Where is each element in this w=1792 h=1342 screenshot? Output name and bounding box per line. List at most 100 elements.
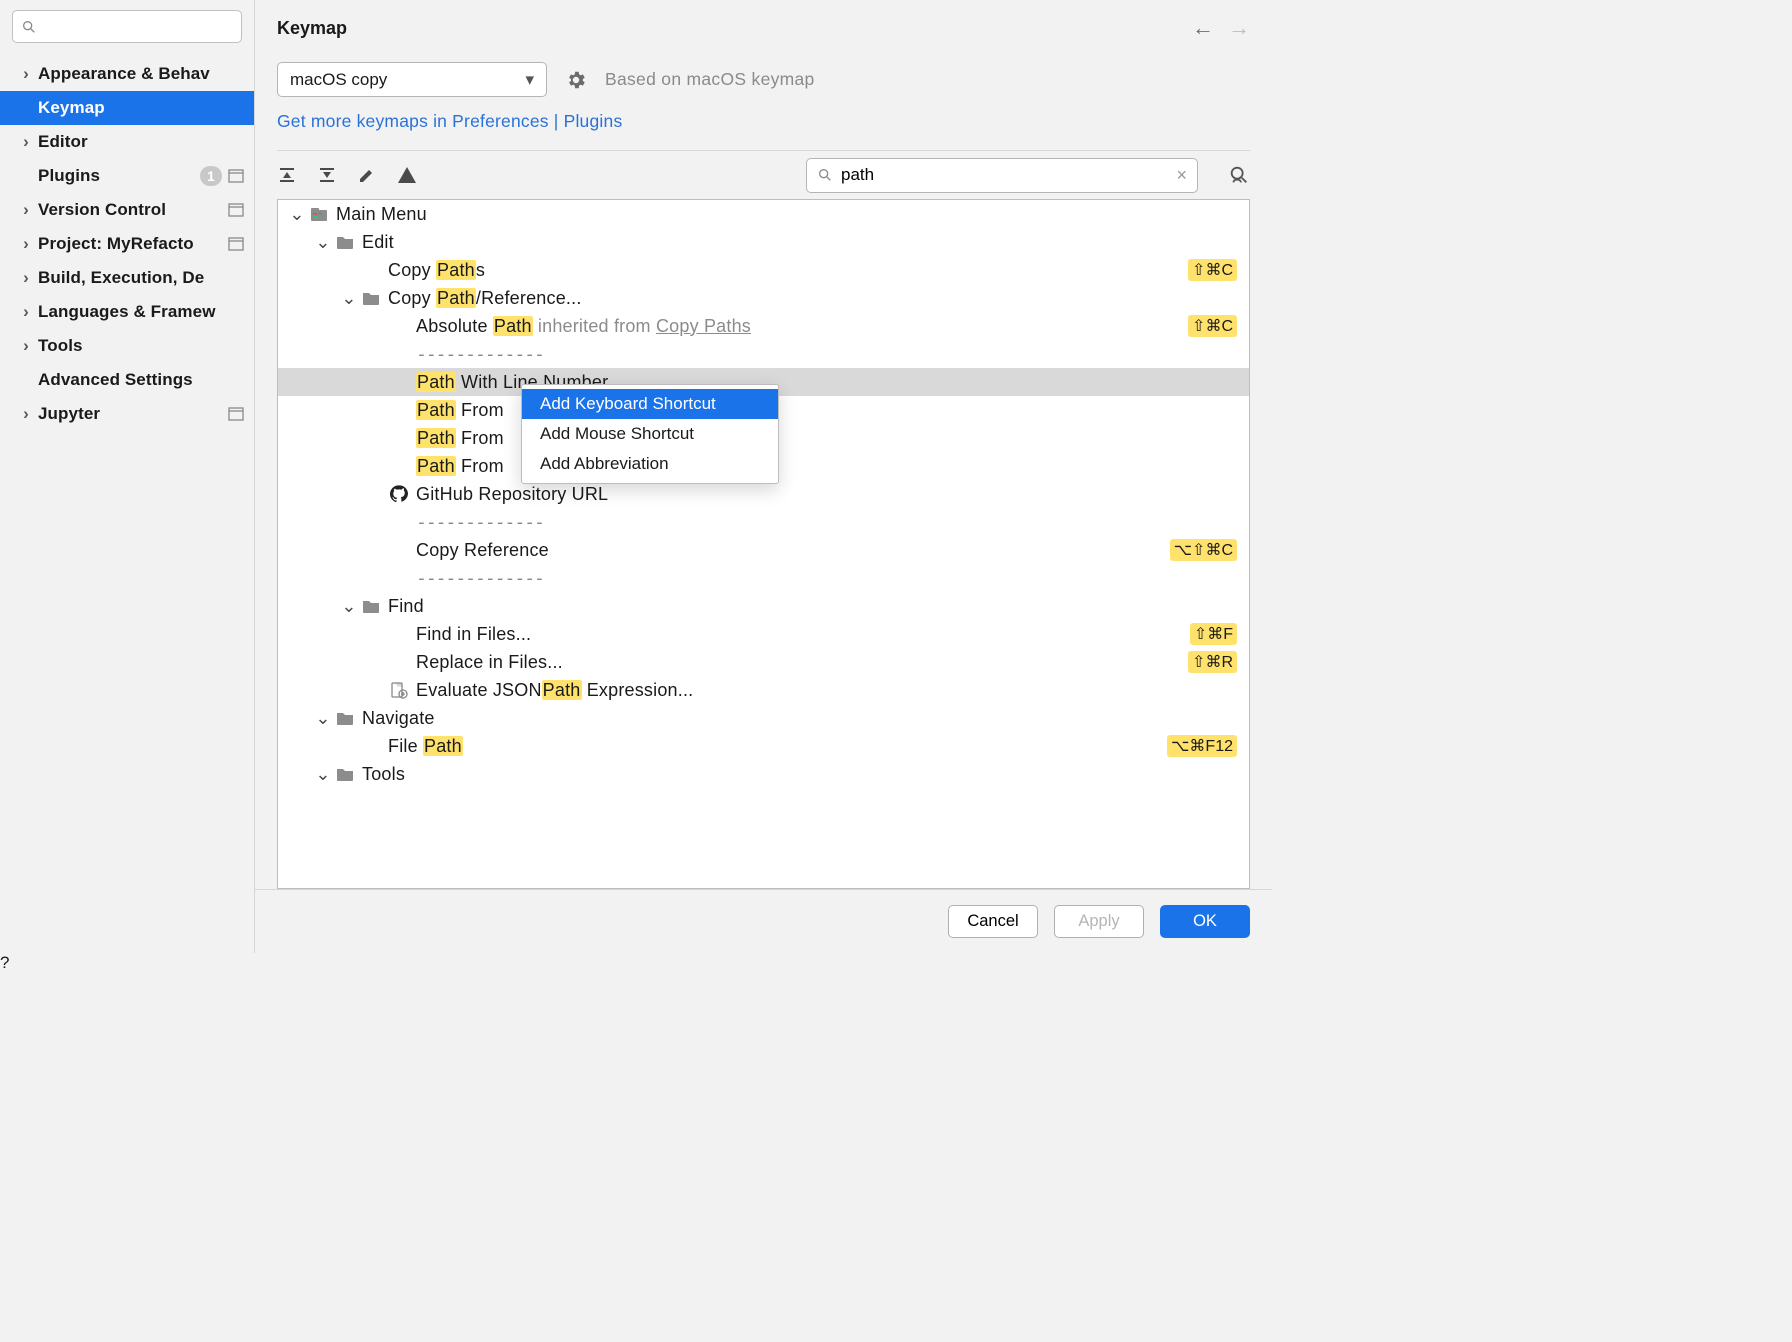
sidebar-item-tools[interactable]: ›Tools [0, 329, 254, 363]
sidebar-item-keymap[interactable]: ›Keymap [0, 91, 254, 125]
sidebar-item-advanced[interactable]: ›Advanced Settings [0, 363, 254, 397]
sidebar-item-label: Project: MyRefacto [38, 234, 222, 254]
tree-action-github-url[interactable]: GitHub Repository URL [278, 480, 1249, 508]
sidebar-item-label: Jupyter [38, 404, 222, 424]
tree-action-absolute-path[interactable]: Absolute Path inherited from Copy Paths … [278, 312, 1249, 340]
sidebar-item-build[interactable]: ›Build, Execution, De [0, 261, 254, 295]
keymap-action-tree[interactable]: ⌄ Main Menu ⌄ Edit Copy Paths ⇧⌘C ⌄ Copy… [277, 199, 1250, 889]
sidebar-item-label: Plugins [38, 166, 194, 186]
cm-add-abbreviation[interactable]: Add Abbreviation [522, 449, 778, 479]
sidebar-search-input[interactable] [12, 10, 242, 43]
sidebar-item-label: Version Control [38, 200, 222, 220]
tree-label: Tools [362, 764, 1237, 785]
sidebar-item-jupyter[interactable]: ›Jupyter [0, 397, 254, 431]
chevron-down-icon: ⌄ [288, 204, 306, 225]
tree-node-tools[interactable]: ⌄ Tools [278, 760, 1249, 788]
cm-add-mouse-shortcut[interactable]: Add Mouse Shortcut [522, 419, 778, 449]
cancel-button[interactable]: Cancel [948, 905, 1038, 938]
shortcut-badge: ⌥⇧⌘C [1170, 539, 1237, 561]
tree-label: Edit [362, 232, 1237, 253]
tree-action-evaluate-jsonpath[interactable]: Evaluate JSONPath Expression... [278, 676, 1249, 704]
sidebar-item-label: Advanced Settings [38, 370, 244, 390]
tree-action-file-path[interactable]: File Path ⌥⌘F12 [278, 732, 1249, 760]
chevron-down-icon: ⌄ [314, 232, 332, 253]
tree-node-find[interactable]: ⌄ Find [278, 592, 1249, 620]
sidebar-item-plugins[interactable]: ›Plugins 1 [0, 159, 254, 193]
tree-node-edit[interactable]: ⌄ Edit [278, 228, 1249, 256]
actions-search-field[interactable] [841, 165, 1168, 185]
actions-search-input[interactable]: × [806, 158, 1198, 193]
chevron-down-icon: ⌄ [340, 288, 358, 309]
tree-separator: ------------- [278, 508, 1249, 536]
folder-icon [362, 598, 380, 614]
get-more-keymaps-link[interactable]: Get more keymaps in Preferences | Plugin… [277, 111, 622, 131]
chevron-down-icon: ⌄ [340, 596, 358, 617]
find-by-shortcut-icon[interactable] [1228, 164, 1250, 186]
collapse-all-icon[interactable] [317, 165, 337, 185]
tree-action-copy-reference[interactable]: Copy Reference ⌥⇧⌘C [278, 536, 1249, 564]
sidebar: ›Appearance & Behav ›Keymap ›Editor ›Plu… [0, 0, 255, 953]
tree-label: Navigate [362, 708, 1237, 729]
based-on-label: Based on macOS keymap [605, 69, 815, 90]
project-settings-icon [228, 237, 244, 251]
gear-icon[interactable] [565, 69, 587, 91]
edit-shortcut-icon[interactable] [357, 165, 377, 185]
sidebar-item-appearance[interactable]: ›Appearance & Behav [0, 57, 254, 91]
tree-node-navigate[interactable]: ⌄ Navigate [278, 704, 1249, 732]
folder-icon [336, 234, 354, 250]
chevron-down-icon: ▾ [525, 70, 534, 90]
shortcut-badge: ⇧⌘R [1188, 651, 1237, 673]
project-settings-icon [228, 203, 244, 217]
tree-node-main-menu[interactable]: ⌄ Main Menu [278, 200, 1249, 228]
project-settings-icon [228, 407, 244, 421]
ok-button[interactable]: OK [1160, 905, 1250, 938]
cm-add-keyboard-shortcut[interactable]: Add Keyboard Shortcut [522, 389, 778, 419]
tree-node-copy-path-reference[interactable]: ⌄ Copy Path/Reference... [278, 284, 1249, 312]
nav-forward-button[interactable]: → [1228, 15, 1250, 41]
sidebar-item-label: Keymap [38, 98, 244, 118]
keymap-scheme-value: macOS copy [290, 70, 387, 90]
shortcut-badge: ⌥⌘F12 [1167, 735, 1237, 757]
sidebar-item-label: Editor [38, 132, 244, 152]
conflicts-icon[interactable] [397, 165, 417, 185]
tree-label: GitHub Repository URL [416, 484, 1237, 505]
page-title: Keymap [277, 18, 347, 39]
menu-folder-icon [310, 206, 328, 222]
tree-action-copy-paths[interactable]: Copy Paths ⇧⌘C [278, 256, 1249, 284]
tree-label: Find in Files... [416, 624, 1190, 645]
sidebar-item-version-control[interactable]: ›Version Control [0, 193, 254, 227]
chevron-down-icon: ⌄ [314, 764, 332, 785]
github-icon [390, 485, 408, 503]
jsonpath-icon [390, 681, 408, 699]
shortcut-badge: ⇧⌘C [1188, 259, 1237, 281]
shortcut-badge: ⇧⌘F [1190, 623, 1237, 645]
keymap-scheme-select[interactable]: macOS copy ▾ [277, 62, 547, 97]
sidebar-item-languages[interactable]: ›Languages & Framew [0, 295, 254, 329]
project-settings-icon [228, 169, 244, 183]
clear-search-icon[interactable]: × [1176, 165, 1187, 186]
tree-action-replace-in-files[interactable]: Replace in Files... ⇧⌘R [278, 648, 1249, 676]
shortcut-badge: ⇧⌘C [1188, 315, 1237, 337]
folder-icon [336, 766, 354, 782]
sidebar-item-project[interactable]: ›Project: MyRefacto [0, 227, 254, 261]
tree-label: Copy Reference [416, 540, 1170, 561]
expand-all-icon[interactable] [277, 165, 297, 185]
chevron-down-icon: ⌄ [314, 708, 332, 729]
apply-button[interactable]: Apply [1054, 905, 1144, 938]
sidebar-item-editor[interactable]: ›Editor [0, 125, 254, 159]
sidebar-item-label: Build, Execution, De [38, 268, 244, 288]
context-menu: Add Keyboard Shortcut Add Mouse Shortcut… [521, 384, 779, 484]
plugins-count-badge: 1 [200, 166, 222, 186]
sidebar-item-label: Appearance & Behav [38, 64, 244, 84]
tree-separator: ------------- [278, 564, 1249, 592]
tree-label: Replace in Files... [416, 652, 1188, 673]
folder-icon [336, 710, 354, 726]
tree-label: Main Menu [336, 204, 1237, 225]
help-button[interactable]: ? [0, 953, 1272, 973]
tree-label: Find [388, 596, 1237, 617]
tree-action-find-in-files[interactable]: Find in Files... ⇧⌘F [278, 620, 1249, 648]
folder-icon [362, 290, 380, 306]
sidebar-item-label: Languages & Framew [38, 302, 244, 322]
nav-back-button[interactable]: ← [1192, 15, 1214, 41]
sidebar-item-label: Tools [38, 336, 244, 356]
